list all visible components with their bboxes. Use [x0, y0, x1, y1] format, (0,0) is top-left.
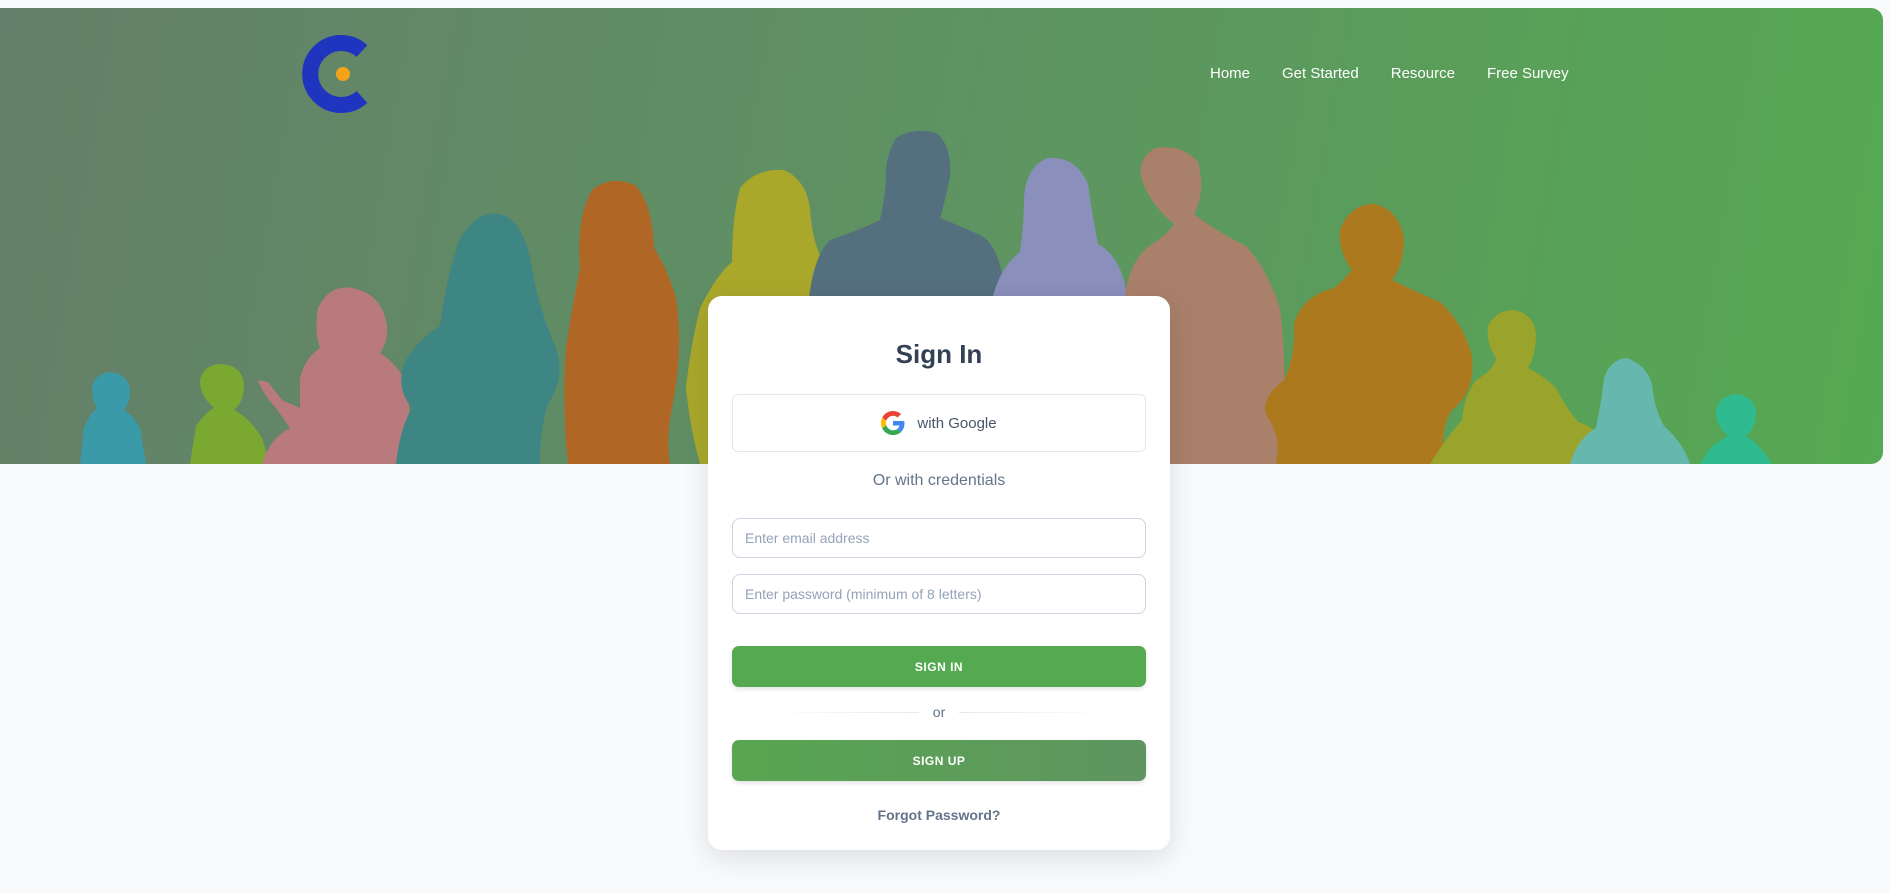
- signin-button[interactable]: SIGN IN: [732, 646, 1146, 687]
- silhouette-green-child: [190, 364, 270, 464]
- nav-free-survey-link[interactable]: Free Survey: [1487, 65, 1569, 82]
- silhouette-slate-man: [808, 130, 1004, 308]
- nav-resource-link[interactable]: Resource: [1391, 65, 1455, 82]
- signup-button[interactable]: SIGN UP: [732, 740, 1146, 781]
- signin-card: Sign In with Google Or with credentials …: [708, 296, 1170, 850]
- silhouette-teal-child: [80, 372, 146, 464]
- password-field[interactable]: [732, 574, 1146, 614]
- forgot-password-link[interactable]: Forgot Password?: [708, 807, 1170, 823]
- or-divider-text: or: [932, 704, 946, 720]
- google-signin-label: with Google: [917, 414, 997, 432]
- or-with-credentials-text: Or with credentials: [872, 472, 1006, 489]
- google-signin-button[interactable]: with Google: [732, 394, 1146, 452]
- app-logo[interactable]: [302, 35, 378, 113]
- divider-line-right: [959, 711, 1111, 713]
- signin-title: Sign In: [895, 339, 983, 369]
- nav-get-started-link[interactable]: Get Started: [1282, 65, 1359, 82]
- silhouette-pink-woman: [258, 287, 412, 464]
- or-divider: or: [768, 704, 1111, 720]
- email-field[interactable]: [732, 518, 1146, 558]
- silhouette-aqua-woman: [1570, 358, 1690, 464]
- main-nav: Home Get Started Resource Free Survey: [1210, 65, 1569, 82]
- silhouette-teal-woman: [396, 213, 560, 464]
- silhouette-orange-woman: [564, 180, 680, 464]
- nav-home-link[interactable]: Home: [1210, 65, 1250, 82]
- silhouette-mint-child: [1700, 394, 1772, 464]
- divider-line-left: [768, 711, 919, 713]
- google-icon: [881, 411, 905, 435]
- silhouette-amber-woman: [1265, 204, 1473, 464]
- silhouette-lavender-woman: [990, 157, 1128, 308]
